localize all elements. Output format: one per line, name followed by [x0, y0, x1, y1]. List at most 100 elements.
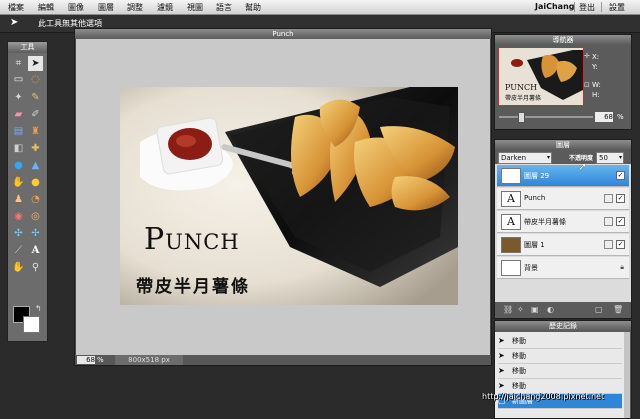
chevron-down-icon: ▾	[618, 154, 622, 161]
tool-panel-title: 工具	[8, 42, 47, 53]
history-item[interactable]: ➤ 移動	[498, 334, 622, 349]
move-tool-icon: ➤	[498, 336, 505, 345]
wand-icon[interactable]: ✦	[11, 90, 26, 105]
layers-list: 圖層 29 ✓ A Punch ✓ A 帶皮半月薯條 ✓ 圖層 1 ✓ 背景 🔒…	[495, 164, 631, 302]
move-icon[interactable]: ➤	[28, 56, 43, 71]
zoom-slider-track[interactable]	[499, 112, 593, 123]
gradient-icon[interactable]: ▤	[11, 124, 26, 139]
logout-link[interactable]: 登出	[579, 2, 595, 13]
menu-filter[interactable]: 濾鏡	[157, 2, 173, 13]
layers-panel: 圖層 Darken ▾ 不透明度 50 ▾ 圖層 29 ✓ A Punch ✓ …	[494, 139, 632, 319]
menu-adjust[interactable]: 調整	[127, 2, 143, 13]
mouse-cursor-icon: ➚	[578, 160, 588, 173]
menu-view[interactable]: 視圖	[187, 2, 203, 13]
zoom-value[interactable]: 68	[77, 356, 95, 364]
zoom-slider-thumb[interactable]	[518, 112, 525, 123]
new-layer-icon[interactable]: ▢	[595, 305, 603, 314]
layer-style-icon[interactable]: ✧	[517, 305, 524, 314]
menu-bar: 檔案 編輯 圖像 圖層 調整 濾鏡 視圖 語言 幫助 JaiChang 登出 設…	[0, 0, 640, 15]
hand-icon[interactable]: ✋	[11, 260, 26, 275]
history-item[interactable]: ➤ 移動	[498, 364, 622, 379]
layer-name: 圖層 1	[524, 241, 545, 249]
status-bar: 68 % 800x518 px	[75, 355, 491, 365]
selection-w-label: W:	[592, 81, 601, 89]
brush-icon[interactable]: ✐	[28, 107, 43, 122]
trash-icon[interactable]: 🗑︎	[613, 305, 623, 314]
menu-separator	[574, 2, 575, 12]
layer-row[interactable]: 圖層 1 ✓	[497, 234, 629, 256]
lock-icon: 🔒︎	[620, 263, 624, 271]
history-scrollbar[interactable]	[624, 332, 630, 418]
layer-settings-icon[interactable]: ▣	[531, 305, 539, 314]
layer-row[interactable]: A 帶皮半月薯條 ✓	[497, 211, 629, 233]
bucket-icon[interactable]: ◧	[11, 141, 26, 156]
menu-file[interactable]: 檔案	[8, 2, 24, 13]
layer-mask-icon[interactable]	[604, 194, 613, 203]
pencil-icon[interactable]: ✎	[28, 90, 43, 105]
menu-image[interactable]: 圖像	[68, 2, 84, 13]
sharpen-icon[interactable]: ▲	[28, 158, 43, 173]
blend-mode-select[interactable]: Darken ▾	[498, 152, 552, 164]
bloat-icon[interactable]: ◎	[28, 209, 43, 224]
dodge-icon[interactable]: ♟	[11, 192, 26, 207]
pinch-icon[interactable]: ✣	[11, 226, 26, 241]
layer-name: Punch	[524, 194, 546, 202]
drop-icon[interactable]: ●	[11, 158, 26, 173]
layer-visibility-checkbox[interactable]: ✓	[616, 217, 625, 226]
opacity-select[interactable]: 50 ▾	[596, 152, 624, 164]
sponge-icon[interactable]: ●	[28, 175, 43, 190]
settings-link[interactable]: 設置	[609, 2, 625, 13]
layer-mask-icon[interactable]	[604, 217, 613, 226]
text-layer-icon: A	[501, 191, 521, 207]
layer-row[interactable]: 背景 🔒︎	[497, 257, 629, 279]
menu-language[interactable]: 語言	[216, 2, 232, 13]
menu-layer[interactable]: 圖層	[98, 2, 114, 13]
move-tool-icon: ➤	[498, 351, 505, 360]
layer-visibility-checkbox[interactable]: ✓	[616, 194, 625, 203]
layer-visibility-checkbox[interactable]: ✓	[616, 240, 625, 249]
type-icon[interactable]: A	[28, 243, 43, 258]
text-layer-icon: A	[501, 214, 521, 230]
photo-subtitle: 帶皮半月薯條	[136, 277, 250, 297]
canvas-window: Punch Punch 帶皮半月薯條 68 % 800x518 px	[74, 28, 492, 366]
lasso-icon[interactable]: ◌	[28, 72, 43, 87]
canvas-area[interactable]: Punch 帶皮半月薯條	[76, 39, 490, 355]
burn-icon[interactable]: ◔	[28, 192, 43, 207]
marquee-icon[interactable]: ▭	[11, 72, 26, 87]
navigator-panel: 導航器 PUNCH 帶皮半月薯條 X: Y: W: H: ✛ ⊡ 68 %	[494, 34, 632, 130]
liquify-icon[interactable]: ✢	[28, 226, 43, 241]
move-tool-icon: ➤	[498, 381, 505, 390]
layers-footer: ⛓ ✧ ▣ ◐ ▢ 🗑︎	[495, 304, 631, 316]
layer-mask-icon[interactable]	[604, 240, 613, 249]
background-color-swatch[interactable]	[23, 316, 40, 333]
crop-icon[interactable]: ⌗	[11, 56, 26, 71]
zoom-icon[interactable]: ⚲	[28, 260, 43, 275]
eraser-icon[interactable]: ▰	[11, 107, 26, 122]
navigator-zoom-value[interactable]: 68	[595, 112, 613, 122]
layer-name: 帶皮半月薯條	[524, 218, 566, 226]
layer-thumbnail	[501, 168, 521, 184]
blend-mode-value: Darken	[501, 154, 527, 162]
layer-thumbnail	[501, 237, 521, 253]
menu-edit[interactable]: 編輯	[38, 2, 54, 13]
adjustment-icon[interactable]: ◐	[547, 305, 554, 314]
cursor-y-label: Y:	[592, 63, 598, 71]
color-picker-icon[interactable]: ⟋	[11, 243, 26, 258]
svg-text:PUNCH: PUNCH	[505, 83, 537, 92]
menu-help[interactable]: 幫助	[245, 2, 261, 13]
link-layers-icon[interactable]: ⛓	[503, 305, 513, 314]
heal-icon[interactable]: ✚	[28, 141, 43, 156]
smudge-icon[interactable]: ✋	[11, 175, 26, 190]
layer-thumbnail	[501, 260, 521, 276]
navigator-preview[interactable]: PUNCH 帶皮半月薯條	[498, 47, 584, 106]
layer-visibility-checkbox[interactable]: ✓	[616, 171, 625, 180]
red-eye-icon[interactable]: ◉	[11, 209, 26, 224]
history-item[interactable]: ➤ 移動	[498, 349, 622, 364]
layer-row[interactable]: 圖層 29 ✓	[497, 165, 629, 187]
swap-colors-icon[interactable]: ↰	[35, 304, 42, 313]
selection-h-label: H:	[592, 91, 600, 99]
clone-stamp-icon[interactable]: ♜	[28, 124, 43, 139]
layer-name: 背景	[524, 264, 538, 272]
layer-row[interactable]: A Punch ✓	[497, 188, 629, 210]
move-tool-icon: ➤	[498, 366, 505, 375]
